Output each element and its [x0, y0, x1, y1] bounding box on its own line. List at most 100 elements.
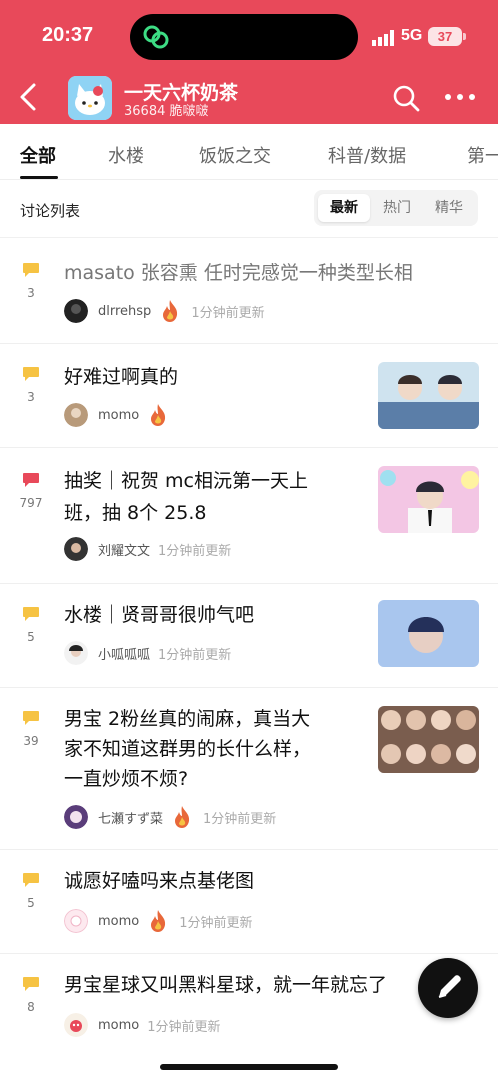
flame-badge-icon [175, 806, 190, 828]
comment-count: 3 [27, 286, 35, 300]
category-tabs: 全部 水楼 饭饭之交 科普/数据 第一 [0, 124, 498, 180]
comment-count: 5 [27, 896, 35, 910]
search-icon[interactable] [392, 84, 420, 112]
photo-portrait-image [378, 600, 479, 667]
post-thumbnail [378, 466, 479, 533]
post-title: 诚愿好嗑吗来点基佬图 [64, 870, 255, 892]
discussion-header: 讨论列表 最新 热门 精华 [0, 186, 498, 238]
updated-time: 1分钟前更新 [203, 811, 277, 827]
author-name: 小呱呱呱 [98, 647, 151, 663]
author-name: momo [98, 913, 140, 929]
comment-icon [23, 711, 39, 725]
battery-tip [463, 33, 466, 40]
updated-time: 1分钟前更新 [179, 915, 253, 931]
link-icon [143, 25, 169, 49]
comment-icon [23, 607, 39, 621]
avatar [64, 909, 88, 933]
comment-icon [23, 473, 39, 487]
post-item[interactable]: 39 男宝 2粉丝真的闹麻，真当大 家不知道这群男的长什么样， 一直炒烦不烦? … [0, 688, 498, 850]
comment-count: 8 [27, 1000, 35, 1014]
post-author: momo [64, 402, 179, 428]
more-dots-icon[interactable] [444, 85, 476, 109]
sort-segmented-control: 最新 热门 精华 [314, 190, 478, 226]
status-time: 20:37 [42, 24, 94, 46]
post-author: momo 1分钟前更新 [64, 1012, 221, 1038]
updated-time: 1分钟前更新 [158, 543, 232, 559]
avatar [64, 805, 88, 829]
post-author: dlrrehsp 1分钟前更新 [64, 298, 265, 324]
comment-icon [23, 977, 39, 991]
flame-badge-icon [151, 404, 166, 426]
tab-science-data[interactable]: 科普/数据 [328, 142, 406, 168]
sort-hot[interactable]: 热门 [372, 194, 422, 222]
updated-time: 1分钟前更新 [191, 305, 265, 321]
post-title: 好难过啊真的 [64, 366, 179, 388]
pencil-icon [438, 975, 461, 998]
comment-count: 797 [19, 496, 43, 510]
comment-icon [23, 367, 39, 381]
post-thumbnail [378, 600, 479, 667]
post-title-line: 一直炒烦不烦? [64, 768, 189, 790]
signal-icon [372, 30, 394, 46]
comment-icon [23, 873, 39, 887]
group-avatar[interactable] [68, 76, 112, 120]
post-title-line: 男宝 2粉丝真的闹麻，真当大 [64, 708, 311, 730]
post-title: masato 张容熏 任时完感觉一种类型长相 [64, 262, 413, 284]
post-title: 男宝星球又叫黑料星球，就一年就忘了 [64, 974, 388, 996]
avatar [64, 537, 88, 561]
post-item[interactable]: 797 抽奖｜祝贺 mc相沅第一天上 班，抽 8个 25.8 刘耀文文 1分钟前… [0, 448, 498, 584]
post-author: momo 1分钟前更新 [64, 908, 253, 934]
post-item[interactable]: 3 masato 张容熏 任时完感觉一种类型长相 dlrrehsp 1分钟前更新 [0, 240, 498, 344]
tab-all[interactable]: 全部 [20, 142, 56, 168]
photo-collage-image [378, 706, 479, 773]
home-indicator [160, 1064, 338, 1070]
group-member-count: 36684 脆啵啵 [124, 104, 209, 119]
sort-latest[interactable]: 最新 [318, 194, 370, 222]
dynamic-island [130, 14, 358, 60]
comment-count: 3 [27, 390, 35, 404]
network-type: 5G [401, 27, 423, 44]
post-title-line: 抽奖｜祝贺 mc相沅第一天上 [64, 470, 308, 492]
sort-featured[interactable]: 精华 [424, 194, 474, 222]
post-item[interactable]: 3 好难过啊真的 momo [0, 344, 498, 448]
author-name: momo [98, 407, 140, 423]
flame-badge-icon [163, 300, 178, 322]
nav-bar: 一天六杯奶茶 36684 脆啵啵 [0, 72, 498, 124]
avatar [64, 403, 88, 427]
back-chevron-icon[interactable] [14, 80, 42, 114]
photo-two-people-image [378, 362, 479, 429]
author-name: momo [98, 1017, 140, 1033]
author-name: 七瀬すず菜 [98, 811, 164, 827]
battery-icon: 37 [428, 27, 462, 46]
avatar [64, 641, 88, 665]
app-header: 20:37 5G 37 一天六杯奶茶 36684 脆啵啵 [0, 0, 498, 124]
post-thumbnail [378, 706, 479, 773]
discussion-list-title: 讨论列表 [20, 202, 81, 220]
battery-level: 37 [437, 29, 453, 44]
post-author: 七瀬すず菜 1分钟前更新 [64, 804, 276, 830]
updated-time: 1分钟前更新 [158, 647, 232, 663]
post-title-line: 家不知道这群男的长什么样， [64, 738, 312, 760]
updated-time: 1分钟前更新 [147, 1019, 221, 1035]
author-name: 刘耀文文 [98, 543, 151, 559]
post-item[interactable]: 5 水楼｜贤哥哥很帅气吧 小呱呱呱 1分钟前更新 [0, 584, 498, 688]
avatar [64, 299, 88, 323]
compose-button[interactable] [418, 958, 478, 1018]
comment-count: 5 [27, 630, 35, 644]
post-author: 小呱呱呱 1分钟前更新 [64, 640, 231, 666]
author-name: dlrrehsp [98, 303, 152, 319]
active-tab-indicator [20, 176, 58, 179]
tab-fan-friends[interactable]: 饭饭之交 [199, 142, 271, 168]
flame-badge-icon [151, 910, 166, 932]
tab-first[interactable]: 第一 [467, 142, 498, 168]
post-author: 刘耀文文 1分钟前更新 [64, 536, 231, 562]
hello-kitty-icon [68, 76, 112, 120]
post-item[interactable]: 5 诚愿好嗑吗来点基佬图 momo 1分钟前更新 [0, 850, 498, 954]
photo-stage-image [378, 466, 479, 533]
post-title: 水楼｜贤哥哥很帅气吧 [64, 604, 255, 626]
comment-count: 39 [23, 734, 39, 748]
status-bar: 20:37 5G 37 [0, 0, 498, 72]
post-thumbnail [378, 362, 479, 429]
comment-icon [23, 263, 39, 277]
tab-water-floor[interactable]: 水楼 [108, 142, 144, 168]
